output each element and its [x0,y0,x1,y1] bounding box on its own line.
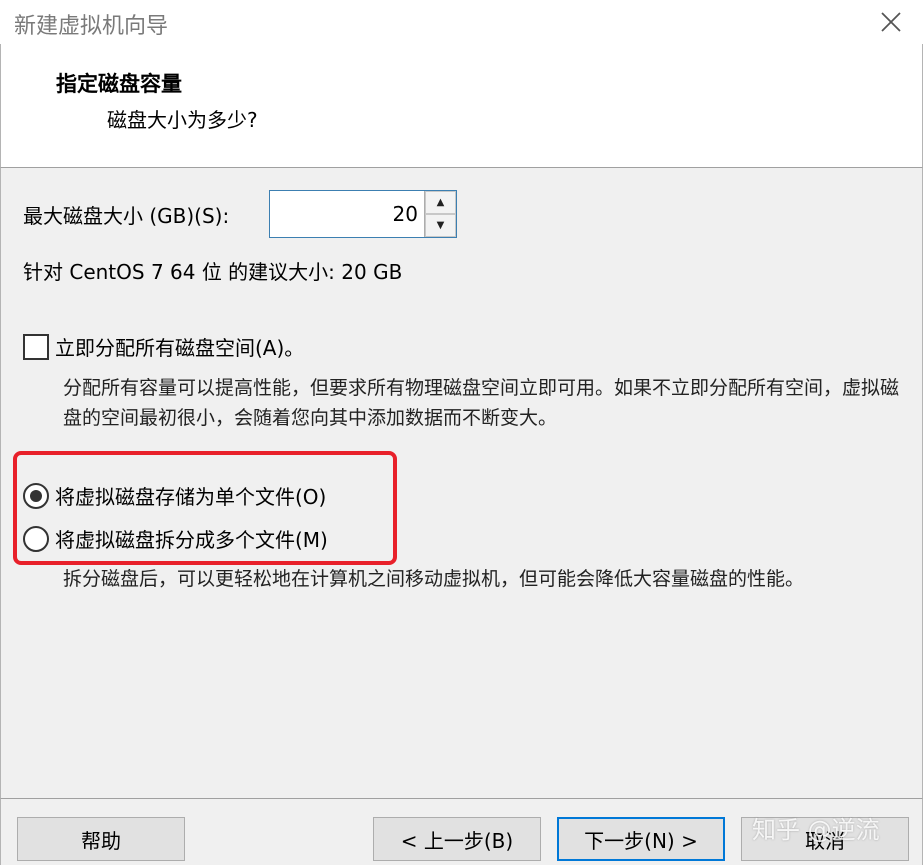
page-subtitle: 磁盘大小为多少? [107,108,258,132]
wizard-header: 指定磁盘容量 磁盘大小为多少? [0,44,923,168]
single-file-radio[interactable] [23,482,49,509]
close-button[interactable] [869,4,913,40]
back-button[interactable]: < 上一步(B) [373,817,541,861]
next-button[interactable]: 下一步(N) > [557,817,725,861]
stepper-up-button[interactable]: ▲ [425,191,456,214]
allocate-description: 分配所有容量可以提高性能，但要求所有物理磁盘空间立即可用。如果不立即分配所有空间… [63,377,900,429]
stepper-buttons: ▲ ▼ [424,191,456,237]
multiple-files-label: 将虚拟磁盘拆分成多个文件(M) [55,528,328,552]
single-file-option[interactable]: 将虚拟磁盘存储为单个文件(O) [23,481,326,510]
page-title: 指定磁盘容量 [56,72,182,96]
arrow-down-icon: ▼ [436,220,445,231]
multiple-files-option[interactable]: 将虚拟磁盘拆分成多个文件(M) [23,524,328,553]
stepper-down-button[interactable]: ▼ [425,214,456,237]
disk-size-label: 最大磁盘大小 (GB)(S): [23,204,230,228]
single-file-label: 将虚拟磁盘存储为单个文件(O) [55,485,327,509]
allocate-all-option[interactable]: 立即分配所有磁盘空间(A)。 [23,332,304,361]
allocate-all-checkbox[interactable] [23,333,49,360]
wizard-content: 最大磁盘大小 (GB)(S): ▲ ▼ 针对 CentOS 7 64 位 的建议… [0,168,923,798]
allocate-all-label: 立即分配所有磁盘空间(A)。 [55,336,305,360]
close-icon [881,12,901,32]
disk-size-input[interactable] [270,191,424,237]
disk-size-stepper[interactable]: ▲ ▼ [269,190,457,238]
multiple-files-radio[interactable] [23,525,49,552]
window-title: 新建虚拟机向导 [14,14,169,39]
recommended-size-text: 针对 CentOS 7 64 位 的建议大小: 20 GB [23,260,403,284]
wizard-window: 新建虚拟机向导 指定磁盘容量 磁盘大小为多少? 最大磁盘大小 (GB)(S): … [0,0,923,865]
help-button[interactable]: 帮助 [17,817,185,861]
split-description: 拆分磁盘后，可以更轻松地在计算机之间移动虚拟机，但可能会降低大容量磁盘的性能。 [63,568,805,590]
title-bar: 新建虚拟机向导 [0,0,923,44]
arrow-up-icon: ▲ [436,197,445,208]
cancel-button[interactable]: 取消 [741,817,909,861]
wizard-footer: 帮助 < 上一步(B) 下一步(N) > 取消 [0,798,923,865]
